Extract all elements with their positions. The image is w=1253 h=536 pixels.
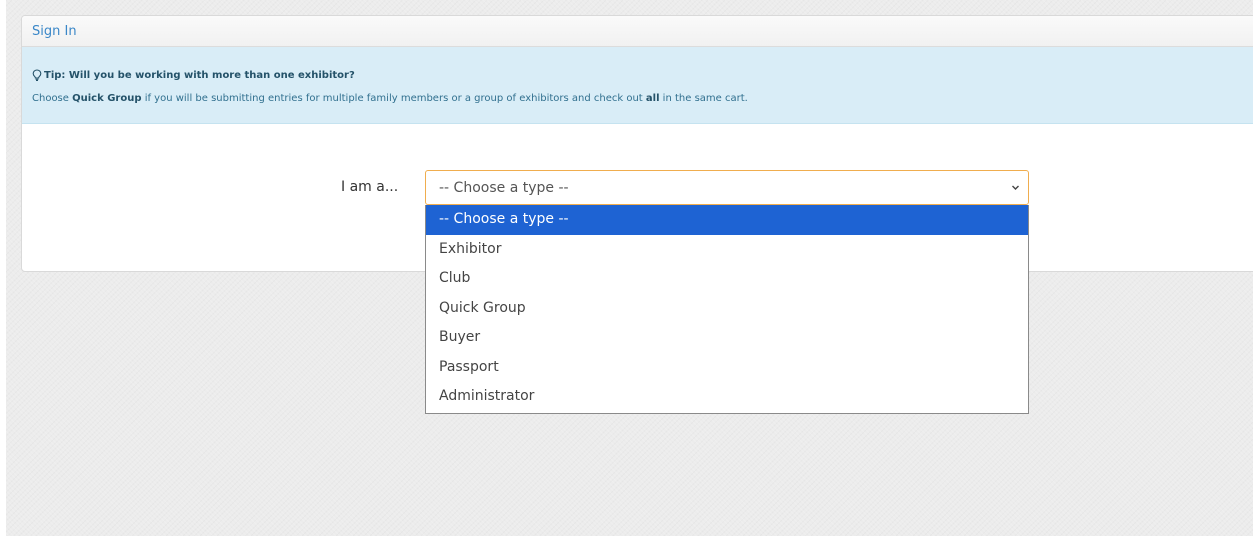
tip-alert: Tip: Will you be working with more than … [22,47,1253,124]
option-exhibitor[interactable]: Exhibitor [426,235,1028,265]
chevron-down-icon [1012,185,1019,190]
option-buyer[interactable]: Buyer [426,323,1028,353]
user-type-selected-value: -- Choose a type -- [439,179,569,196]
tip-text-before: Choose [32,93,73,104]
tip-text-middle: if you will be submitting entries for mu… [141,93,646,104]
option-passport[interactable]: Passport [426,353,1028,383]
panel-heading: Sign In [22,16,1253,47]
user-type-select[interactable]: -- Choose a type -- [425,170,1029,205]
tip-heading: Tip: Will you be working with more than … [44,69,355,81]
tip-heading-row: Tip: Will you be working with more than … [32,68,1253,82]
option-quick-group[interactable]: Quick Group [426,294,1028,324]
tip-all: all [645,93,660,104]
option-club[interactable]: Club [426,264,1028,294]
user-type-dropdown: -- Choose a type -- Exhibitor Club Quick… [425,205,1029,414]
option-choose-type[interactable]: -- Choose a type -- [426,205,1028,235]
lightbulb-icon [32,69,42,81]
panel-title: Sign In [32,23,77,39]
tip-quick-group: Quick Group [72,93,142,104]
option-administrator[interactable]: Administrator [426,382,1028,412]
user-type-label: I am a... [341,179,399,195]
tip-text: Choose Quick Group if you will be submit… [32,93,1253,104]
tip-text-after: in the same cart. [659,93,748,104]
page-left-edge [0,0,6,536]
